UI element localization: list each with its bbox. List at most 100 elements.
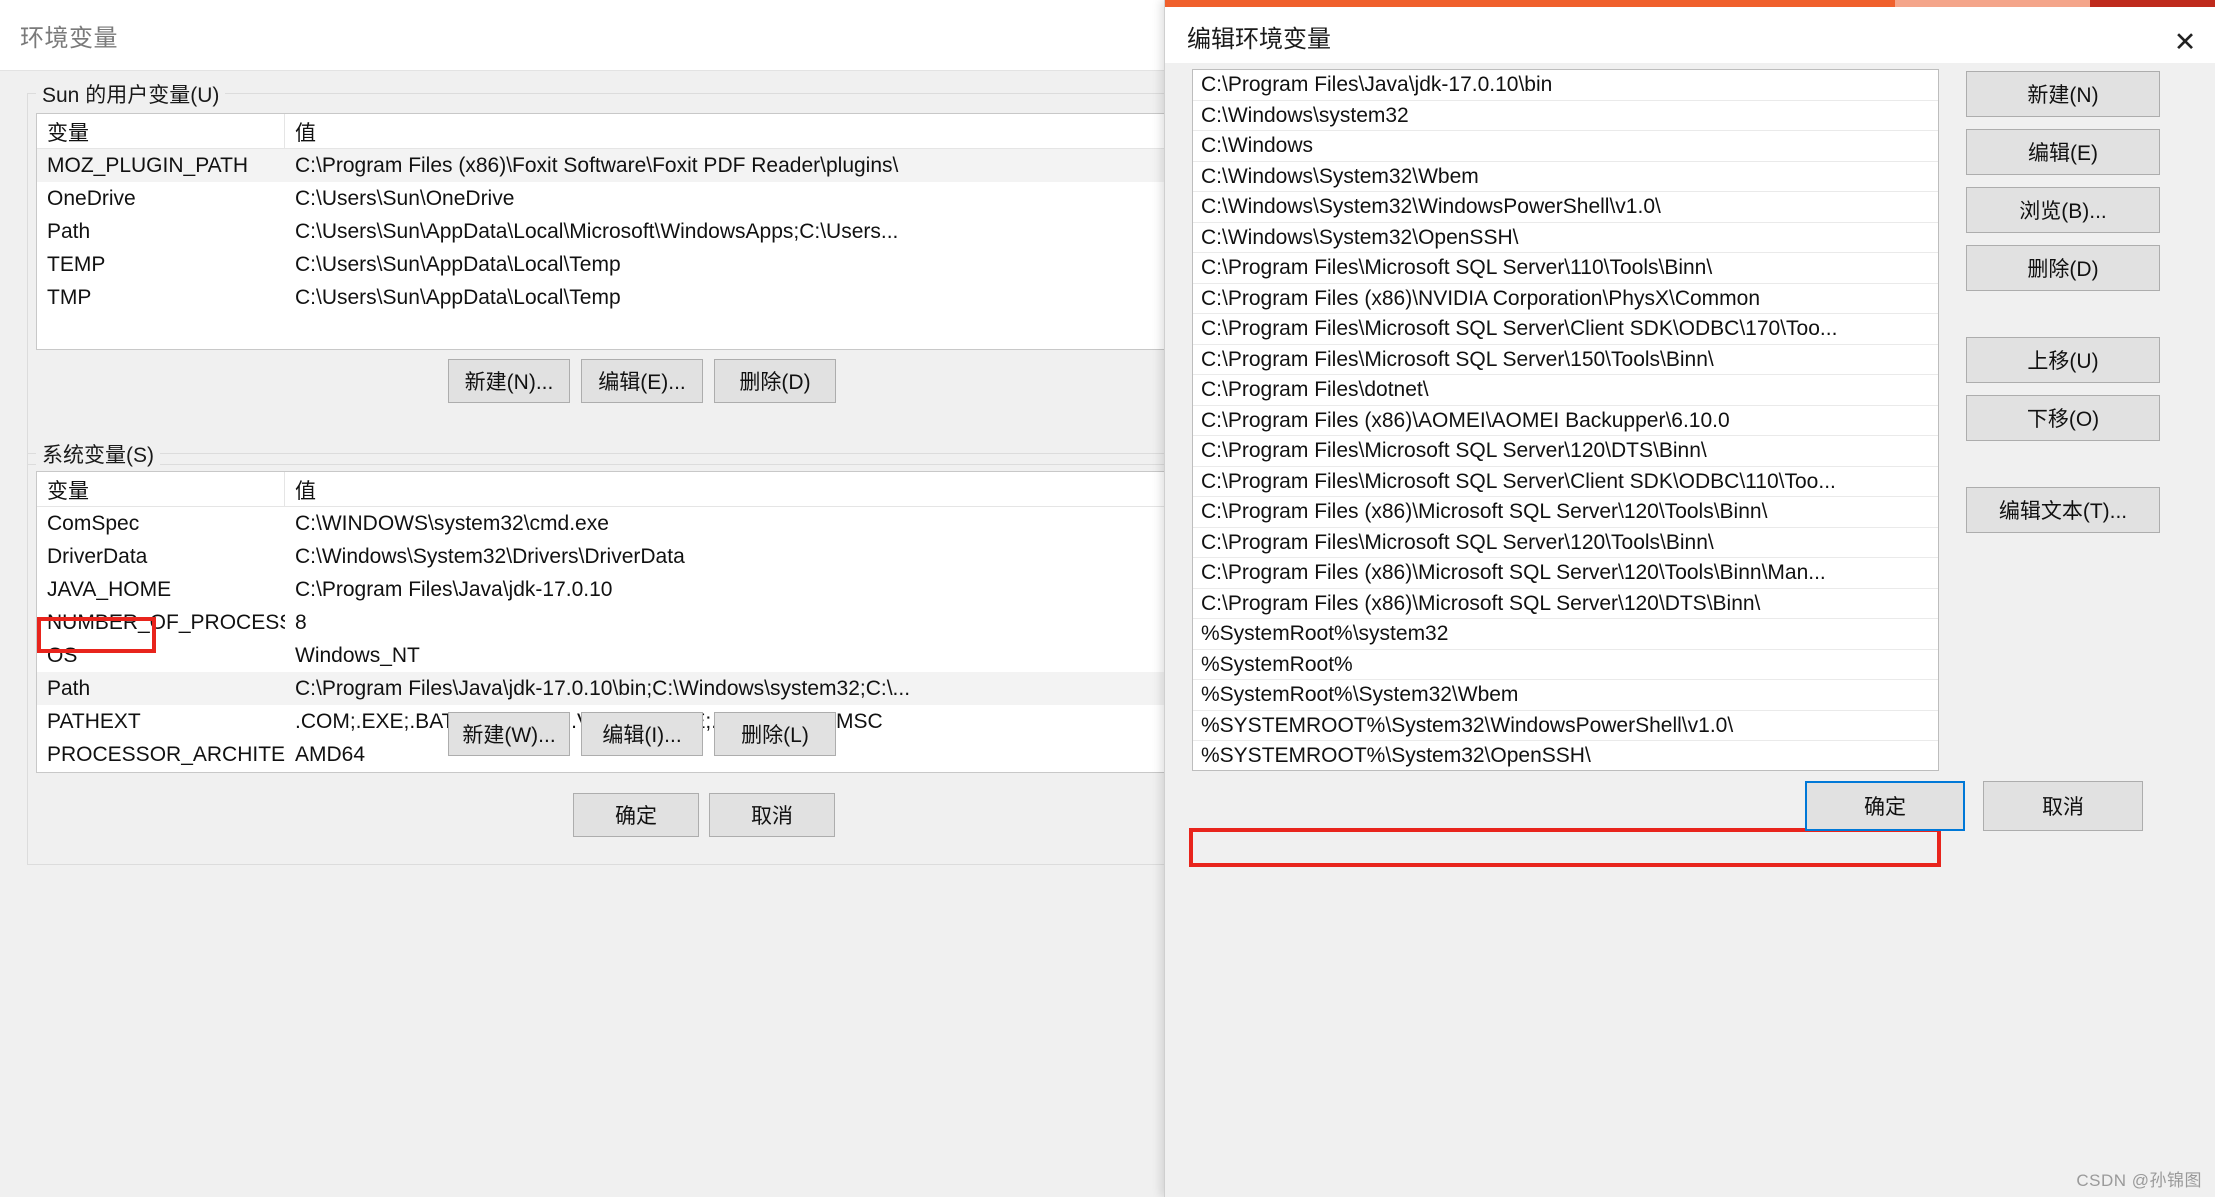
- environment-variables-window: 环境变量 Sun 的用户变量(U) 变量 值 MOZ_PLUGIN_PATH C…: [0, 0, 1177, 1197]
- path-entry[interactable]: %SystemRoot%\system32: [1193, 619, 1938, 650]
- path-entries-listbox[interactable]: C:\Program Files\Java\jdk-17.0.10\bin C:\…: [1192, 69, 1939, 771]
- back-cancel-button[interactable]: 取消: [709, 793, 835, 837]
- path-entry[interactable]: C:\Program Files\Microsoft SQL Server\Cl…: [1193, 314, 1938, 345]
- accent-strip-segment-left: [1165, 0, 1895, 7]
- user-col-variable[interactable]: 变量: [37, 114, 285, 148]
- system-var-name: OS: [47, 643, 78, 667]
- user-var-name: MOZ_PLUGIN_PATH: [47, 153, 249, 177]
- path-entry[interactable]: C:\Program Files (x86)\Microsoft SQL Ser…: [1193, 497, 1938, 528]
- table-row[interactable]: NUMBER_OF_PROCESSORS 8: [37, 606, 1176, 639]
- path-entry[interactable]: %SYSTEMROOT%\System32\OpenSSH\: [1193, 741, 1938, 770]
- ok-button[interactable]: 确定: [1805, 781, 1965, 831]
- path-entry[interactable]: C:\Program Files\Microsoft SQL Server\12…: [1193, 436, 1938, 467]
- user-var-name: TMP: [47, 285, 92, 309]
- back-ok-button[interactable]: 确定: [573, 793, 699, 837]
- system-var-name: ComSpec: [47, 511, 140, 535]
- path-entry[interactable]: C:\Program Files (x86)\Microsoft SQL Ser…: [1193, 589, 1938, 619]
- system-var-name: PROCESSOR_ARCHITECTU...: [47, 742, 285, 766]
- cancel-button[interactable]: 取消: [1983, 781, 2143, 831]
- system-var-value: C:\Program Files\Java\jdk-17.0.10\bin;C:…: [295, 676, 911, 700]
- user-delete-button[interactable]: 删除(D): [714, 359, 836, 403]
- table-row[interactable]: TEMP C:\Users\Sun\AppData\Local\Temp: [37, 248, 1176, 281]
- watermark-text: CSDN @孙锦图: [2076, 1171, 2202, 1190]
- path-entry[interactable]: C:\Program Files\dotnet\: [1193, 375, 1938, 406]
- browse-button[interactable]: 浏览(B)...: [1966, 187, 2160, 233]
- path-entry[interactable]: C:\Windows\System32\OpenSSH\: [1193, 223, 1938, 253]
- screen: 环境变量 Sun 的用户变量(U) 变量 值 MOZ_PLUGIN_PATH C…: [0, 0, 2215, 1197]
- table-row[interactable]: JAVA_HOME C:\Program Files\Java\jdk-17.0…: [37, 573, 1176, 606]
- path-entry[interactable]: C:\Windows: [1193, 131, 1938, 162]
- path-entry[interactable]: C:\Program Files\Microsoft SQL Server\Cl…: [1193, 467, 1938, 497]
- table-row-path[interactable]: Path C:\Program Files\Java\jdk-17.0.10\b…: [37, 672, 1176, 705]
- table-row[interactable]: OneDrive C:\Users\Sun\OneDrive: [37, 182, 1176, 215]
- system-var-name: DriverData: [47, 544, 148, 568]
- edit-environment-variable-window: 编辑环境变量 ✕ C:\Program Files\Java\jdk-17.0.…: [1164, 0, 2215, 1197]
- path-entry[interactable]: C:\Program Files\Microsoft SQL Server\15…: [1193, 345, 1938, 375]
- user-var-value: C:\Users\Sun\AppData\Local\Microsoft\Win…: [295, 219, 899, 243]
- front-window-title: 编辑环境变量: [1187, 26, 1331, 53]
- path-entry[interactable]: C:\Program Files (x86)\Microsoft SQL Ser…: [1193, 558, 1938, 589]
- user-var-name: Path: [47, 219, 91, 243]
- user-var-name: TEMP: [47, 252, 106, 276]
- close-icon[interactable]: ✕: [2154, 14, 2215, 70]
- system-variables-legend: 系统变量(S): [36, 439, 160, 469]
- user-variables-listview[interactable]: 变量 值 MOZ_PLUGIN_PATH C:\Program Files (x…: [36, 113, 1177, 350]
- edit-text-button[interactable]: 编辑文本(T)...: [1966, 487, 2160, 533]
- user-new-button[interactable]: 新建(N)...: [448, 359, 570, 403]
- system-var-value: C:\WINDOWS\system32\cmd.exe: [295, 511, 609, 535]
- accent-strip-segment-mid: [1895, 0, 2090, 7]
- table-row[interactable]: ComSpec C:\WINDOWS\system32\cmd.exe: [37, 507, 1176, 540]
- path-entry[interactable]: C:\Windows\System32\Wbem: [1193, 162, 1938, 192]
- move-down-button[interactable]: 下移(O): [1966, 395, 2160, 441]
- system-var-value: 8: [295, 610, 307, 634]
- system-col-variable[interactable]: 变量: [37, 472, 285, 506]
- delete-button[interactable]: 删除(D): [1966, 245, 2160, 291]
- path-entry[interactable]: C:\Program Files (x86)\NVIDIA Corporatio…: [1193, 284, 1938, 314]
- system-var-value: C:\Windows\System32\Drivers\DriverData: [295, 544, 685, 568]
- back-window-body: Sun 的用户变量(U) 变量 值 MOZ_PLUGIN_PATH C:\Pro…: [0, 70, 1177, 1197]
- path-entry[interactable]: %SYSTEMROOT%\System32\WindowsPowerShell\…: [1193, 711, 1938, 741]
- back-window-title: 环境变量: [20, 25, 118, 52]
- table-row[interactable]: OS Windows_NT: [37, 639, 1176, 672]
- user-var-value: C:\Users\Sun\AppData\Local\Temp: [295, 252, 621, 276]
- table-row[interactable]: TMP C:\Users\Sun\AppData\Local\Temp: [37, 281, 1176, 314]
- path-entry[interactable]: C:\Program Files (x86)\AOMEI\AOMEI Backu…: [1193, 406, 1938, 436]
- table-row[interactable]: Path C:\Users\Sun\AppData\Local\Microsof…: [37, 215, 1176, 248]
- path-entry[interactable]: C:\Program Files\Microsoft SQL Server\12…: [1193, 528, 1938, 558]
- user-variables-legend: Sun 的用户变量(U): [36, 79, 226, 109]
- back-window-titlebar: 环境变量: [0, 0, 1175, 70]
- new-button[interactable]: 新建(N): [1966, 71, 2160, 117]
- system-var-name: JAVA_HOME: [47, 577, 172, 601]
- path-entry[interactable]: %SystemRoot%\System32\Wbem: [1193, 680, 1938, 711]
- system-variables-header: 变量 值: [37, 472, 1176, 507]
- path-entry[interactable]: C:\Program Files\Microsoft SQL Server\11…: [1193, 253, 1938, 284]
- path-entry[interactable]: C:\Windows\system32: [1193, 101, 1938, 131]
- front-window-body: C:\Program Files\Java\jdk-17.0.10\bin C:\…: [1165, 63, 2215, 1197]
- path-entry[interactable]: C:\Windows\System32\WindowsPowerShell\v1…: [1193, 192, 1938, 223]
- user-var-name: OneDrive: [47, 186, 136, 210]
- system-var-value: C:\Program Files\Java\jdk-17.0.10: [295, 577, 613, 601]
- edit-button[interactable]: 编辑(E): [1966, 129, 2160, 175]
- path-entry[interactable]: %SystemRoot%: [1193, 650, 1938, 680]
- move-up-button[interactable]: 上移(U): [1966, 337, 2160, 383]
- system-edit-button[interactable]: 编辑(I)...: [581, 712, 703, 756]
- window-top-accent-strip: [1165, 0, 2215, 7]
- user-var-value: C:\Program Files (x86)\Foxit Software\Fo…: [295, 153, 899, 177]
- selected-entry-highlight-box: [1189, 828, 1941, 867]
- system-col-value[interactable]: 值: [285, 472, 1176, 506]
- table-row[interactable]: DriverData C:\Windows\System32\Drivers\D…: [37, 540, 1176, 573]
- user-variables-header: 变量 值: [37, 114, 1176, 149]
- table-row[interactable]: MOZ_PLUGIN_PATH C:\Program Files (x86)\F…: [37, 149, 1176, 182]
- system-var-name: Path: [47, 676, 91, 700]
- user-col-value[interactable]: 值: [285, 114, 1176, 148]
- user-var-value: C:\Users\Sun\OneDrive: [295, 186, 515, 210]
- system-var-name: PATHEXT: [47, 709, 141, 733]
- path-entry[interactable]: C:\Program Files\Java\jdk-17.0.10\bin: [1193, 70, 1938, 101]
- user-var-value: C:\Users\Sun\AppData\Local\Temp: [295, 285, 621, 309]
- front-window-titlebar: 编辑环境变量 ✕: [1165, 7, 2215, 63]
- user-edit-button[interactable]: 编辑(E)...: [581, 359, 703, 403]
- system-delete-button[interactable]: 删除(L): [714, 712, 836, 756]
- system-var-name: NUMBER_OF_PROCESSORS: [47, 610, 285, 634]
- system-new-button[interactable]: 新建(W)...: [448, 712, 570, 756]
- system-var-value: Windows_NT: [295, 643, 420, 667]
